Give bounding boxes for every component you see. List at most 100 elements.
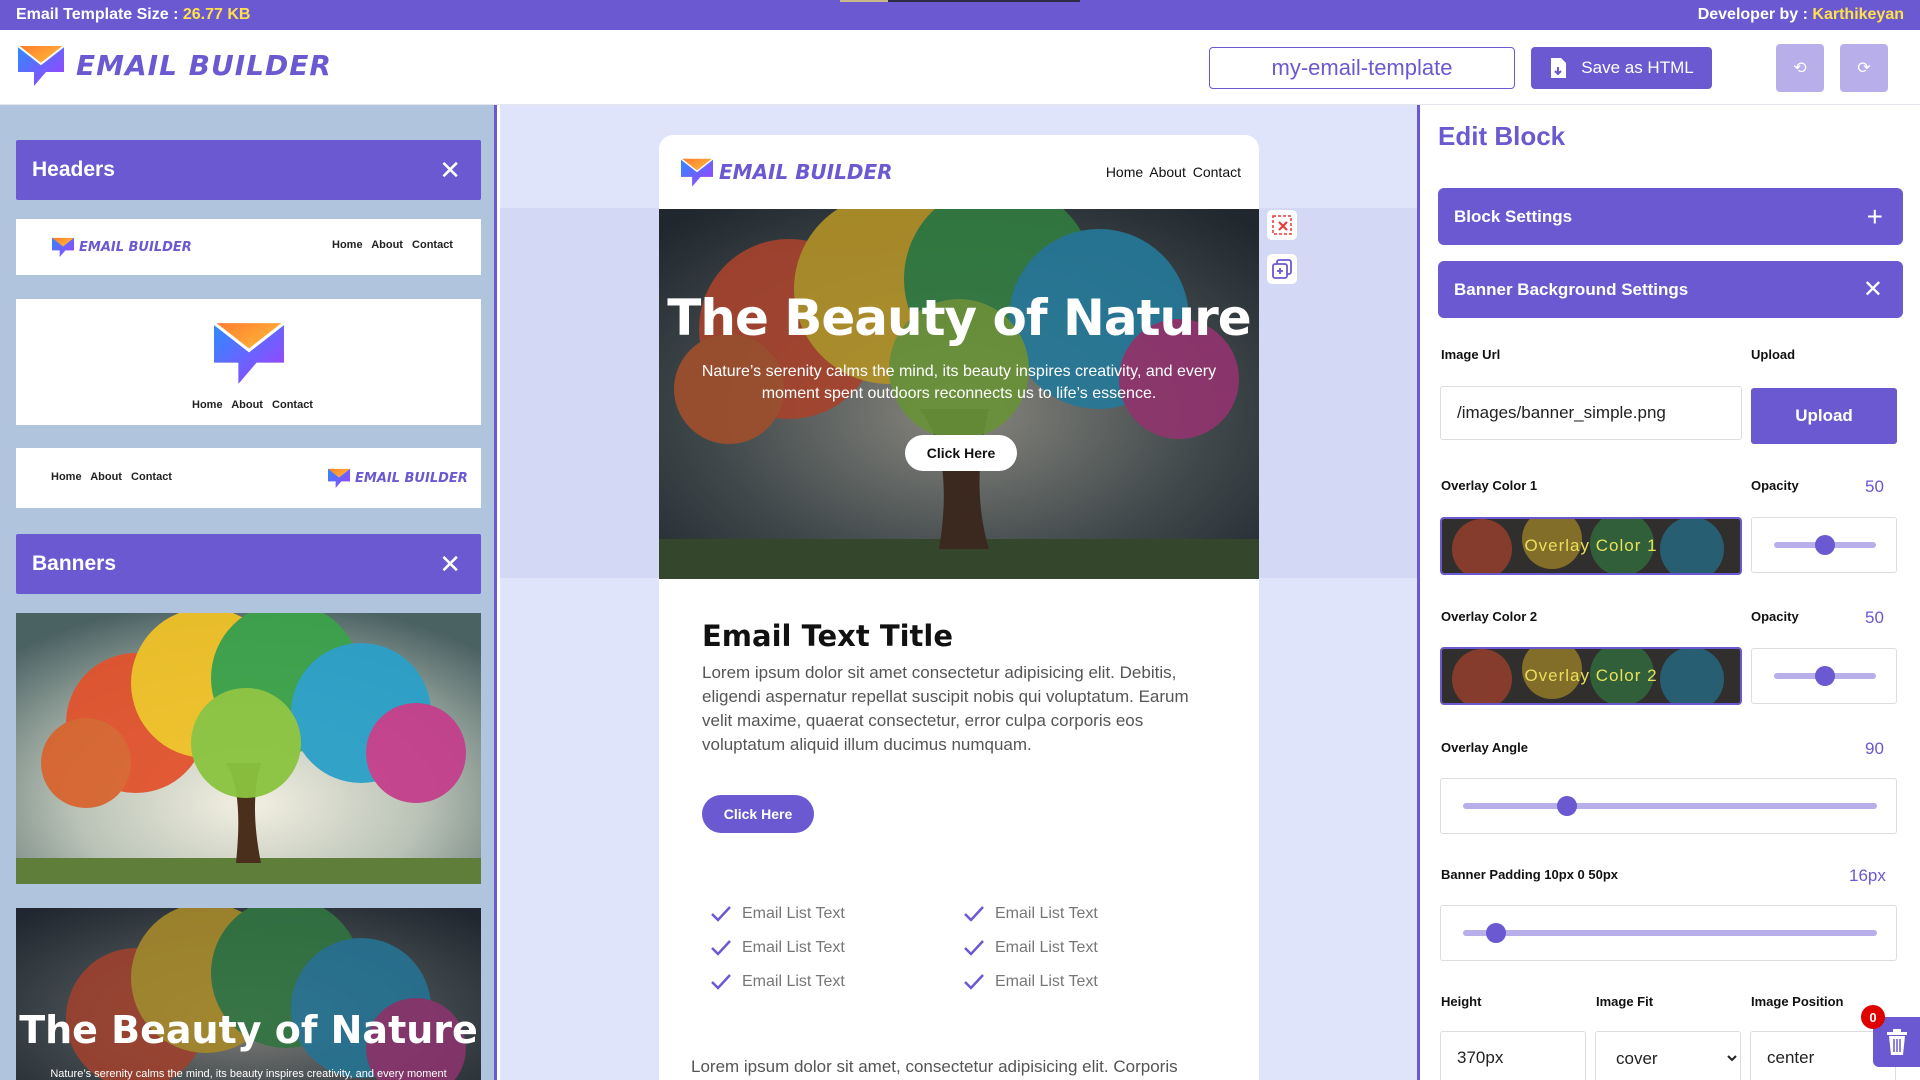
check-icon — [711, 940, 731, 956]
opacity-1-label: Opacity — [1751, 478, 1799, 493]
logo-envelope-icon — [17, 45, 65, 86]
block-settings-accordion[interactable]: Block Settings + — [1438, 188, 1903, 245]
save-button-label: Save as HTML — [1581, 58, 1694, 77]
accordion-label: Banner Background Settings — [1454, 279, 1689, 299]
duplicate-block-button[interactable] — [1267, 254, 1297, 284]
slider-knob[interactable] — [1556, 796, 1577, 816]
logo-envelope-icon — [213, 321, 285, 384]
list-item-text: Email List Text — [742, 973, 845, 990]
plus-icon[interactable]: + — [1867, 201, 1883, 233]
overlay-color-2-label: Overlay Color 2 — [1441, 609, 1538, 624]
banner-padding-slider[interactable] — [1440, 905, 1897, 961]
template-size: Email Template Size : 26.77 KB — [16, 6, 250, 24]
height-label: Height — [1441, 994, 1482, 1009]
list-item: Email List Text — [963, 965, 1216, 999]
thumb-logo: EMAIL BUILDER — [327, 467, 468, 489]
banner-click-button[interactable]: Click Here — [905, 435, 1017, 471]
email-list-left: Email List Text Email List Text Email Li… — [710, 897, 963, 999]
image-url-input[interactable] — [1441, 387, 1741, 439]
check-icon — [711, 906, 731, 922]
opacity-1-slider[interactable] — [1751, 517, 1897, 573]
email-click-button[interactable]: Click Here — [702, 795, 814, 833]
upload-button[interactable]: Upload — [1751, 388, 1897, 444]
close-icon[interactable]: ✕ — [439, 549, 461, 580]
header-template-1[interactable]: EMAIL BUILDER Home About Contact — [16, 219, 481, 275]
email-text-title: Email Text Title — [702, 619, 954, 653]
overlay-angle-slider[interactable] — [1440, 778, 1897, 834]
developer-label: Developer by : — [1697, 6, 1813, 23]
header-template-2[interactable]: Home About Contact — [16, 299, 481, 425]
email-text-block[interactable]: Email Text Title Lorem ipsum dolor sit a… — [659, 579, 1259, 999]
list-item: Email List Text — [710, 897, 963, 931]
image-fit-select[interactable]: cover — [1595, 1031, 1741, 1080]
undo-button[interactable]: ⟲ — [1776, 44, 1824, 92]
height-field[interactable] — [1440, 1031, 1586, 1080]
headers-section-title: Headers — [32, 158, 115, 181]
slider-knob[interactable] — [1815, 535, 1835, 555]
trash-count-badge: 0 — [1861, 1005, 1885, 1029]
delete-block-button[interactable] — [1267, 210, 1297, 240]
email-nav[interactable]: Home About Contact — [1106, 164, 1241, 180]
opacity-2-value: 50 — [1865, 608, 1884, 627]
slider-knob[interactable] — [1486, 923, 1507, 943]
developer-credit: Developer by : Karthikeyan — [1698, 6, 1904, 24]
overlay-color-1-picker[interactable]: Overlay Color 1 — [1440, 517, 1742, 575]
thumb-logo-text: EMAIL BUILDER — [79, 239, 192, 255]
save-as-html-button[interactable]: Save as HTML — [1531, 47, 1712, 89]
slider-track — [1463, 803, 1877, 809]
list-item: Email List Text — [963, 897, 1216, 931]
banner-padding-value: 16px — [1849, 866, 1886, 885]
image-url-field[interactable] — [1440, 386, 1742, 440]
thumb-logo-text: EMAIL BUILDER — [355, 470, 468, 486]
thumb-nav: Home About Contact — [192, 399, 313, 411]
email-canvas: EMAIL BUILDER Home About Contact The Bea… — [500, 105, 1417, 1080]
trash-icon — [1886, 1029, 1907, 1055]
close-icon[interactable]: ✕ — [1863, 275, 1883, 304]
banner-tree-image — [16, 613, 481, 884]
opacity-2-label: Opacity — [1751, 609, 1799, 624]
banners-section-header[interactable]: Banners ✕ — [16, 534, 481, 594]
banner-background-accordion[interactable]: Banner Background Settings ✕ — [1438, 261, 1903, 318]
undo-icon: ⟲ — [1793, 60, 1807, 77]
save-file-icon — [1551, 58, 1567, 78]
logo-envelope-icon — [328, 468, 350, 489]
banner-thumb-text: Nature’s serenity calms the mind, its be… — [50, 1068, 447, 1080]
opacity-1-value: 50 — [1865, 477, 1884, 496]
email-list-right: Email List Text Email List Text Email Li… — [963, 897, 1216, 999]
logo-envelope-icon — [52, 237, 74, 258]
list-item-text: Email List Text — [742, 939, 845, 956]
email-banner-block[interactable]: The Beauty of Nature Nature’s serenity c… — [659, 209, 1259, 579]
list-item-text: Email List Text — [995, 973, 1098, 990]
blocks-sidebar: Headers ✕ EMAIL BUILDER Home About Conta… — [0, 105, 497, 1080]
redo-button[interactable]: ⟳ — [1840, 44, 1888, 92]
slider-track — [1463, 930, 1877, 936]
email-preview: EMAIL BUILDER Home About Contact The Bea… — [659, 135, 1259, 1080]
logo-envelope-icon — [680, 158, 714, 187]
overlay-angle-label: Overlay Angle — [1441, 740, 1528, 755]
slider-knob[interactable] — [1815, 666, 1835, 686]
list-item-text: Email List Text — [742, 905, 845, 922]
email-list-block[interactable]: Email List Text Email List Text Email Li… — [702, 897, 1216, 999]
opacity-2-slider[interactable] — [1751, 648, 1897, 704]
list-item: Email List Text — [963, 931, 1216, 965]
list-item: Email List Text — [710, 931, 963, 965]
close-icon[interactable]: ✕ — [439, 155, 461, 186]
app-logo[interactable]: EMAIL BUILDER — [16, 42, 332, 88]
check-icon — [964, 940, 984, 956]
block-tools — [1267, 210, 1297, 298]
template-name-input[interactable] — [1209, 47, 1515, 89]
email-header-block[interactable]: EMAIL BUILDER Home About Contact — [659, 135, 1259, 209]
headers-section-header[interactable]: Headers ✕ — [16, 140, 481, 200]
header-template-3[interactable]: Home About Contact EMAIL BUILDER — [16, 448, 481, 508]
image-fit-dropdown[interactable]: cover — [1596, 1032, 1740, 1080]
banner-template-2[interactable]: The Beauty of Nature Nature’s serenity c… — [16, 908, 481, 1080]
overlay-color-2-picker[interactable]: Overlay Color 2 — [1440, 647, 1742, 705]
list-item-text: Email List Text — [995, 939, 1098, 956]
overlay-color-1-label: Overlay Color 1 — [1441, 478, 1538, 493]
template-size-label: Email Template Size : — [16, 6, 183, 23]
upload-label: Upload — [1751, 347, 1796, 362]
banner-template-1[interactable] — [16, 613, 481, 884]
height-input[interactable] — [1441, 1032, 1585, 1080]
email-footer-text[interactable]: Lorem ipsum dolor sit amet, consectetur … — [659, 999, 1259, 1080]
image-fit-label: Image Fit — [1596, 994, 1654, 1009]
